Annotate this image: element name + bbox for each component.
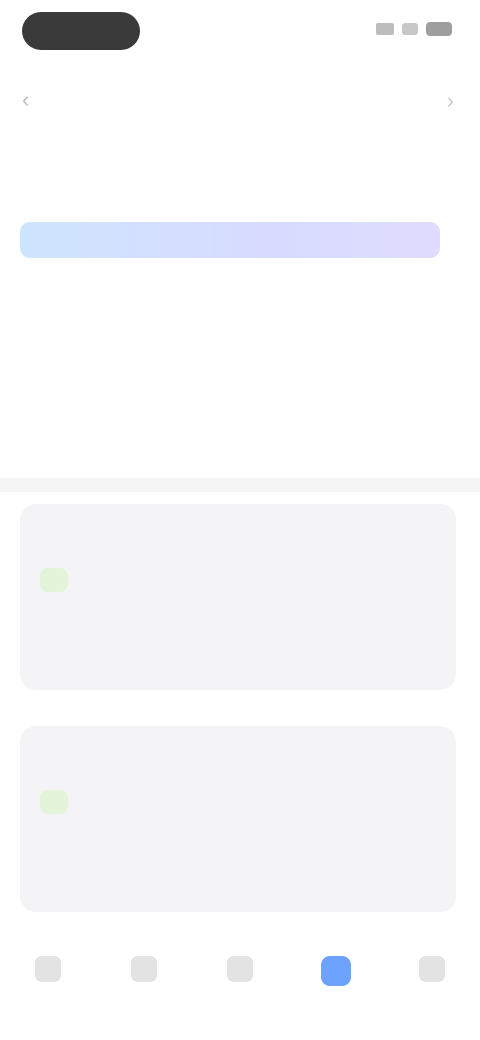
profile-icon (321, 956, 351, 986)
bottom-nav-item-4[interactable] (301, 956, 371, 1008)
signal-icon (376, 23, 394, 35)
back-arrow-icon[interactable]: ‹ (22, 88, 46, 112)
settings-icon (419, 956, 445, 982)
grid-icon (131, 956, 157, 982)
bottom-nav-item-2[interactable] (109, 956, 179, 1004)
navigation-bar: ‹ › (0, 72, 480, 128)
tab-3[interactable] (320, 140, 480, 186)
tab-1[interactable] (0, 140, 160, 186)
dynamic-island (22, 12, 140, 50)
bottom-nav-item-1[interactable] (13, 956, 83, 1004)
more-icon[interactable]: › (447, 88, 454, 114)
list-card-2[interactable] (20, 726, 456, 912)
tab-bar (0, 140, 480, 186)
status-icons (376, 22, 452, 36)
tab-2[interactable] (160, 140, 320, 186)
card-tag (40, 568, 68, 592)
bottom-nav-item-5[interactable] (397, 956, 467, 1004)
card-tag (40, 790, 68, 814)
battery-icon (426, 22, 452, 36)
section-divider (0, 478, 480, 492)
bottom-nav-item-3[interactable] (205, 956, 275, 1004)
status-bar (0, 0, 480, 62)
compass-icon (227, 956, 253, 982)
bottom-navigation (0, 932, 480, 1040)
hero-title (20, 222, 440, 258)
home-icon (35, 956, 61, 982)
wifi-icon (402, 23, 418, 35)
list-card-1[interactable] (20, 504, 456, 690)
